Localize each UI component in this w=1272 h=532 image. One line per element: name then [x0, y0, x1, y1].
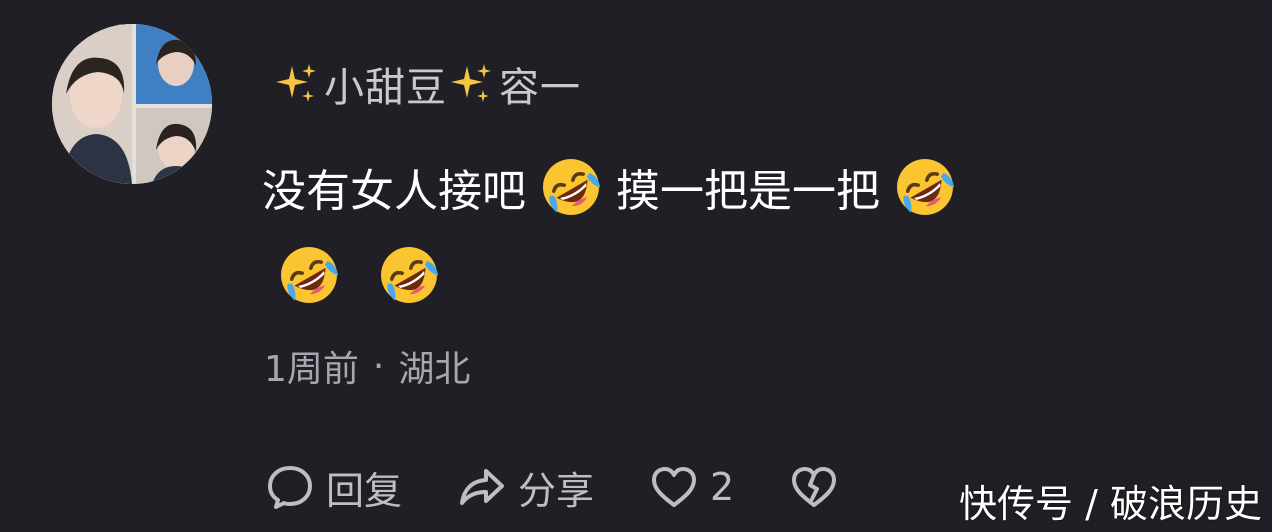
- username-suffix: 容一: [499, 65, 581, 111]
- rolling-on-floor-laughing-icon: [540, 156, 602, 218]
- share-arrow-icon: [460, 469, 505, 505]
- meta-separator: ·: [372, 345, 385, 387]
- comment-meta: 1周前 · 湖北: [264, 340, 470, 392]
- share-label: 分享: [518, 468, 595, 513]
- comment-actions: 回复 分享 2: [264, 456, 840, 518]
- watermark: 快传号 / 破浪历史: [959, 482, 1262, 526]
- sparkles-icon: [272, 60, 320, 108]
- like-button[interactable]: 2: [648, 461, 734, 513]
- comment-location: 湖北: [398, 349, 471, 390]
- comment-text-line2: [262, 240, 462, 310]
- broken-heart-icon: [792, 467, 837, 507]
- sparkles-icon: [447, 60, 495, 108]
- heart-icon: [652, 467, 697, 507]
- like-count: 2: [710, 465, 735, 509]
- avatar[interactable]: [52, 24, 212, 184]
- avatar-image: [52, 24, 212, 184]
- rolling-on-floor-laughing-icon: [894, 156, 956, 218]
- reply-label: 回复: [326, 468, 403, 513]
- dislike-button[interactable]: [788, 461, 840, 513]
- username[interactable]: 小甜豆 容一: [272, 56, 581, 112]
- rolling-on-floor-laughing-icon: [278, 244, 340, 306]
- comment-time: 1周前: [264, 349, 359, 390]
- comment-text: 没有女人接吧 摸一把是一把: [262, 152, 970, 222]
- comment-text-part2: 摸一把是一把: [616, 166, 880, 217]
- comment-item: 小甜豆 容一 没有女人接吧 摸一把是一把 1周前 · 湖北 回复 分享 2: [0, 0, 1272, 532]
- rolling-on-floor-laughing-icon: [378, 244, 440, 306]
- comment-text-part1: 没有女人接吧: [262, 166, 526, 217]
- username-text: 小甜豆: [324, 65, 447, 111]
- share-button[interactable]: 分享: [456, 460, 594, 515]
- comment-bubble-icon: [268, 466, 312, 509]
- reply-button[interactable]: 回复: [264, 460, 402, 515]
